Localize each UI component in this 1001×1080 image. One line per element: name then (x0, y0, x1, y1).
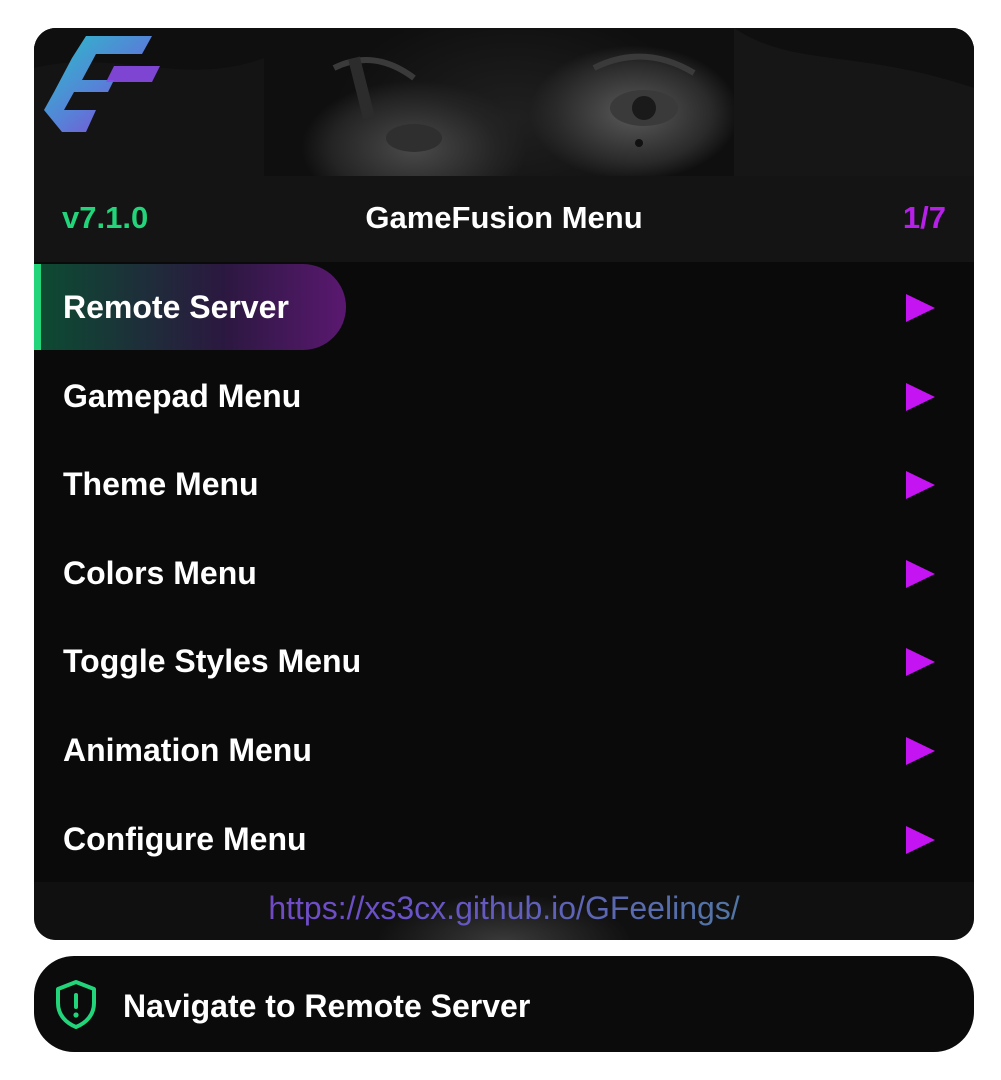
play-arrow-icon (906, 736, 935, 765)
menu-item-label: Toggle Styles Menu (63, 643, 362, 680)
menu-item-configure-menu[interactable]: Configure Menu (34, 796, 974, 885)
play-arrow-icon (906, 648, 935, 677)
menu-item-list: Remote Server Gamepad Menu Theme Menu Co… (34, 264, 974, 884)
play-arrow-icon (906, 471, 935, 500)
menu-item-theme-menu[interactable]: Theme Menu (34, 441, 974, 530)
menu-item-toggle-styles-menu[interactable]: Toggle Styles Menu (34, 618, 974, 707)
notification-message: Navigate to Remote Server (123, 988, 531, 1024)
menu-item-label: Animation Menu (63, 731, 312, 768)
menu-footer: https://xs3cx.github.io/GFeelings/ (34, 882, 974, 940)
menu-item-colors-menu[interactable]: Colors Menu (34, 530, 974, 619)
play-arrow-icon (906, 294, 935, 322)
play-arrow-icon (906, 382, 935, 411)
menu-item-label: Configure Menu (63, 820, 307, 857)
menu-item-gamepad-menu[interactable]: Gamepad Menu (34, 353, 974, 442)
page-indicator: 1/7 (902, 200, 946, 235)
menu-item-label: Remote Server (63, 289, 289, 325)
menu-title: GameFusion Menu (365, 200, 643, 235)
shield-alert-icon (56, 980, 96, 1029)
menu-item-label: Colors Menu (63, 554, 257, 591)
notification-bar: Navigate to Remote Server (34, 956, 974, 1052)
menu-item-label: Theme Menu (63, 466, 259, 503)
play-arrow-icon (906, 559, 935, 588)
menu-item-animation-menu[interactable]: Animation Menu (34, 707, 974, 796)
game-menu-panel: v7.1.0 GameFusion Menu 1/7 Remote Server… (34, 28, 974, 940)
banner-artwork (34, 28, 974, 176)
banner-image (34, 28, 974, 176)
footer-url: https://xs3cx.github.io/GFeelings/ (34, 890, 974, 927)
menu-item-label: Gamepad Menu (63, 377, 302, 414)
menu-item-remote-server[interactable]: Remote Server (34, 264, 974, 353)
play-arrow-icon (906, 825, 935, 854)
gamefusion-logo (44, 36, 160, 132)
menu-header: v7.1.0 GameFusion Menu 1/7 (34, 176, 974, 262)
